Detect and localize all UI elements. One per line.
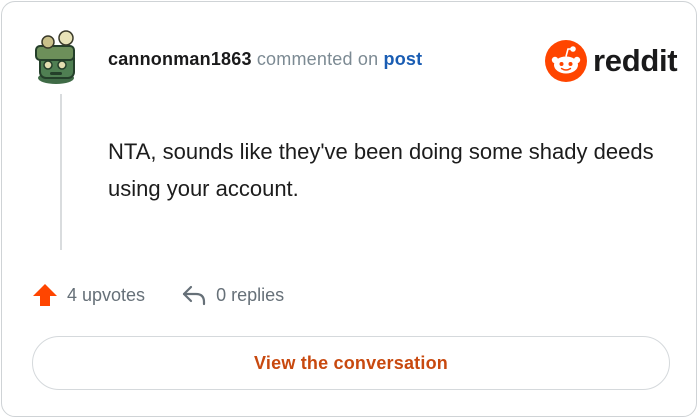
comment-header: cannonman1863 commented on post <box>108 49 422 70</box>
reddit-wordmark: reddit <box>593 43 678 78</box>
replies-action[interactable]: 0 replies <box>181 283 284 307</box>
upvote-arrow-icon <box>33 284 57 306</box>
view-conversation-button[interactable]: View the conversation <box>32 336 670 390</box>
post-link[interactable]: post <box>384 49 423 69</box>
user-avatar[interactable] <box>30 28 82 86</box>
thread-line <box>60 94 62 250</box>
reddit-logo[interactable]: reddit <box>545 40 678 82</box>
commented-on-text: commented on <box>256 49 379 69</box>
reply-count: 0 replies <box>216 284 285 305</box>
upvote-action[interactable]: 4 upvotes <box>32 282 145 308</box>
username-link[interactable]: cannonman1863 <box>108 49 252 69</box>
comment-actions: 4 upvotes 0 replies <box>32 278 284 312</box>
upvote-count: 4 upvotes <box>67 284 146 305</box>
comment-body: NTA, sounds like they've been doing some… <box>108 139 654 201</box>
avatar-image-icon <box>35 30 75 84</box>
reddit-snoo-icon <box>545 40 587 82</box>
comment-embed-card: cannonman1863 commented on post reddit N… <box>1 1 697 417</box>
reply-arrow-icon <box>182 285 206 306</box>
